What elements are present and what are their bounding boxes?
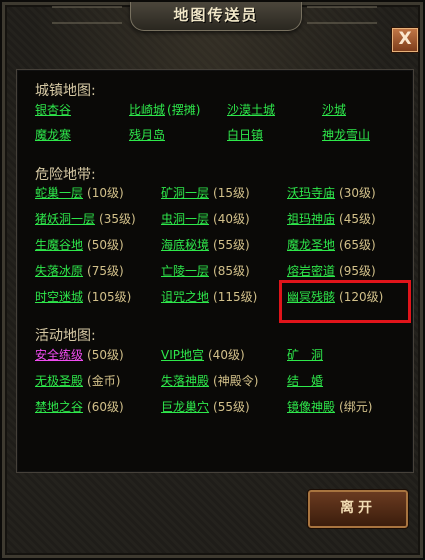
map-level: (85级) (213, 264, 250, 278)
map-level: (30级) (339, 186, 376, 200)
map-name[interactable]: 无极圣殿 (35, 374, 83, 388)
map-entry[interactable]: 祖玛神庙 (45级) (287, 211, 376, 227)
map-name[interactable]: 沃玛寺庙 (287, 186, 335, 200)
map-entry[interactable]: 失落神殿 (神殿令) (161, 373, 258, 389)
map-entry[interactable]: 魔龙寨 (35, 127, 71, 143)
map-name[interactable]: 巨龙巢穴 (161, 400, 209, 414)
map-name[interactable]: 时空迷城 (35, 290, 83, 304)
map-entry[interactable]: 蛇巢一层 (10级) (35, 185, 124, 201)
map-entry[interactable]: 诅咒之地 (115级) (161, 289, 257, 305)
map-name[interactable]: 失落冰原 (35, 264, 83, 278)
map-name[interactable]: 虫洞一层 (161, 212, 209, 226)
map-name[interactable]: 诅咒之地 (161, 290, 209, 304)
map-name[interactable]: 银杏谷 (35, 103, 71, 117)
map-entry[interactable]: 镜像神殿 (绑元) (287, 399, 372, 415)
map-entry[interactable]: 生魔谷地 (50级) (35, 237, 124, 253)
map-entry[interactable]: 沙漠土城 (227, 102, 275, 118)
title-ornament-left (52, 6, 122, 24)
map-entry[interactable]: 结 婚 (287, 373, 323, 389)
map-name[interactable]: 幽冥残骸 (287, 290, 335, 304)
map-level: (50级) (87, 238, 124, 252)
map-level: (65级) (339, 238, 376, 252)
map-level: (15级) (213, 186, 250, 200)
map-entry[interactable]: 巨龙巢穴 (55级) (161, 399, 250, 415)
map-entry[interactable]: 比崎城 (摆摊) (129, 102, 200, 118)
map-name[interactable]: 镜像神殿 (287, 400, 335, 414)
map-name[interactable]: 蛇巢一层 (35, 186, 83, 200)
map-name[interactable]: 矿 洞 (287, 348, 323, 362)
map-level: (115级) (213, 290, 258, 304)
map-entry[interactable]: 残月岛 (129, 127, 165, 143)
map-name[interactable]: 猪妖洞一层 (35, 212, 95, 226)
map-name[interactable]: 安全练级 (35, 348, 83, 362)
map-name[interactable]: 结 婚 (287, 374, 323, 388)
map-name[interactable]: VIP地宫 (161, 348, 204, 362)
map-name[interactable]: 失落神殿 (161, 374, 209, 388)
map-entry[interactable]: 熔岩密道 (95级) (287, 263, 376, 279)
section-title-event: 活动地图: (35, 328, 96, 344)
map-level: (95级) (339, 264, 376, 278)
map-entry[interactable]: 海底秘境 (55级) (161, 237, 250, 253)
leave-button[interactable]: 离开 (307, 489, 409, 529)
map-name[interactable]: 祖玛神庙 (287, 212, 335, 226)
section-title-town: 城镇地图: (35, 83, 96, 99)
map-name[interactable]: 残月岛 (129, 128, 165, 142)
map-name[interactable]: 亡陵一层 (161, 264, 209, 278)
map-name[interactable]: 矿洞一层 (161, 186, 209, 200)
map-entry[interactable]: 白日镇 (227, 127, 263, 143)
map-level: (金币) (87, 374, 121, 388)
map-name[interactable]: 生魔谷地 (35, 238, 83, 252)
map-level: (105级) (87, 290, 132, 304)
map-entry[interactable]: 矿洞一层 (15级) (161, 185, 250, 201)
map-level: (10级) (87, 186, 124, 200)
map-entry[interactable]: 沃玛寺庙 (30级) (287, 185, 376, 201)
map-name[interactable]: 魔龙圣地 (287, 238, 335, 252)
map-level: (55级) (213, 400, 250, 414)
map-name[interactable]: 禁地之谷 (35, 400, 83, 414)
map-entry[interactable]: 安全练级 (50级) (35, 347, 124, 363)
map-entry[interactable]: 禁地之谷 (60级) (35, 399, 124, 415)
window-title: 地图传送员 (130, 2, 302, 31)
map-level: (绑元) (339, 400, 373, 414)
map-entry[interactable]: 猪妖洞一层 (35级) (35, 211, 136, 227)
map-level: (75级) (87, 264, 124, 278)
map-entry[interactable]: 亡陵一层 (85级) (161, 263, 250, 279)
map-name[interactable]: 熔岩密道 (287, 264, 335, 278)
map-entry[interactable]: 时空迷城 (105级) (35, 289, 131, 305)
teleporter-window: 地图传送员 X 城镇地图: 银杏谷 比崎城 (摆摊) 沙漠土城 沙城 魔龙寨 残月… (0, 0, 425, 560)
map-entry[interactable]: 失落冰原 (75级) (35, 263, 124, 279)
close-button[interactable]: X (391, 27, 419, 53)
map-list-panel: 城镇地图: 银杏谷 比崎城 (摆摊) 沙漠土城 沙城 魔龙寨 残月岛 白日镇 神龙… (16, 69, 414, 473)
map-level: (50级) (87, 348, 124, 362)
map-name[interactable]: 魔龙寨 (35, 128, 71, 142)
map-level: (40级) (208, 348, 245, 362)
title-ornament-right (307, 6, 377, 24)
map-entry[interactable]: 银杏谷 (35, 102, 71, 118)
map-entry[interactable]: 魔龙圣地 (65级) (287, 237, 376, 253)
map-name[interactable]: 沙漠土城 (227, 103, 275, 117)
map-name[interactable]: 比崎城 (129, 103, 165, 117)
section-title-danger: 危险地带: (35, 167, 96, 183)
map-entry[interactable]: 沙城 (322, 102, 346, 118)
map-name[interactable]: 白日镇 (227, 128, 263, 142)
map-entry[interactable]: 矿 洞 (287, 347, 323, 363)
map-level: (35级) (99, 212, 136, 226)
map-level: (55级) (213, 238, 250, 252)
map-entry[interactable]: 神龙雪山 (322, 127, 370, 143)
map-level: (120级) (339, 290, 384, 304)
map-entry[interactable]: 幽冥残骸 (120级) (287, 289, 383, 305)
map-level: (45级) (339, 212, 376, 226)
map-level: (40级) (213, 212, 250, 226)
map-entry[interactable]: 虫洞一层 (40级) (161, 211, 250, 227)
map-name[interactable]: 海底秘境 (161, 238, 209, 252)
map-level: (60级) (87, 400, 124, 414)
map-note: (摆摊) (167, 103, 201, 117)
map-name[interactable]: 沙城 (322, 103, 346, 117)
map-entry[interactable]: 无极圣殿 (金币) (35, 373, 120, 389)
map-name[interactable]: 神龙雪山 (322, 128, 370, 142)
map-entry[interactable]: VIP地宫 (40级) (161, 347, 245, 363)
map-level: (神殿令) (213, 374, 259, 388)
